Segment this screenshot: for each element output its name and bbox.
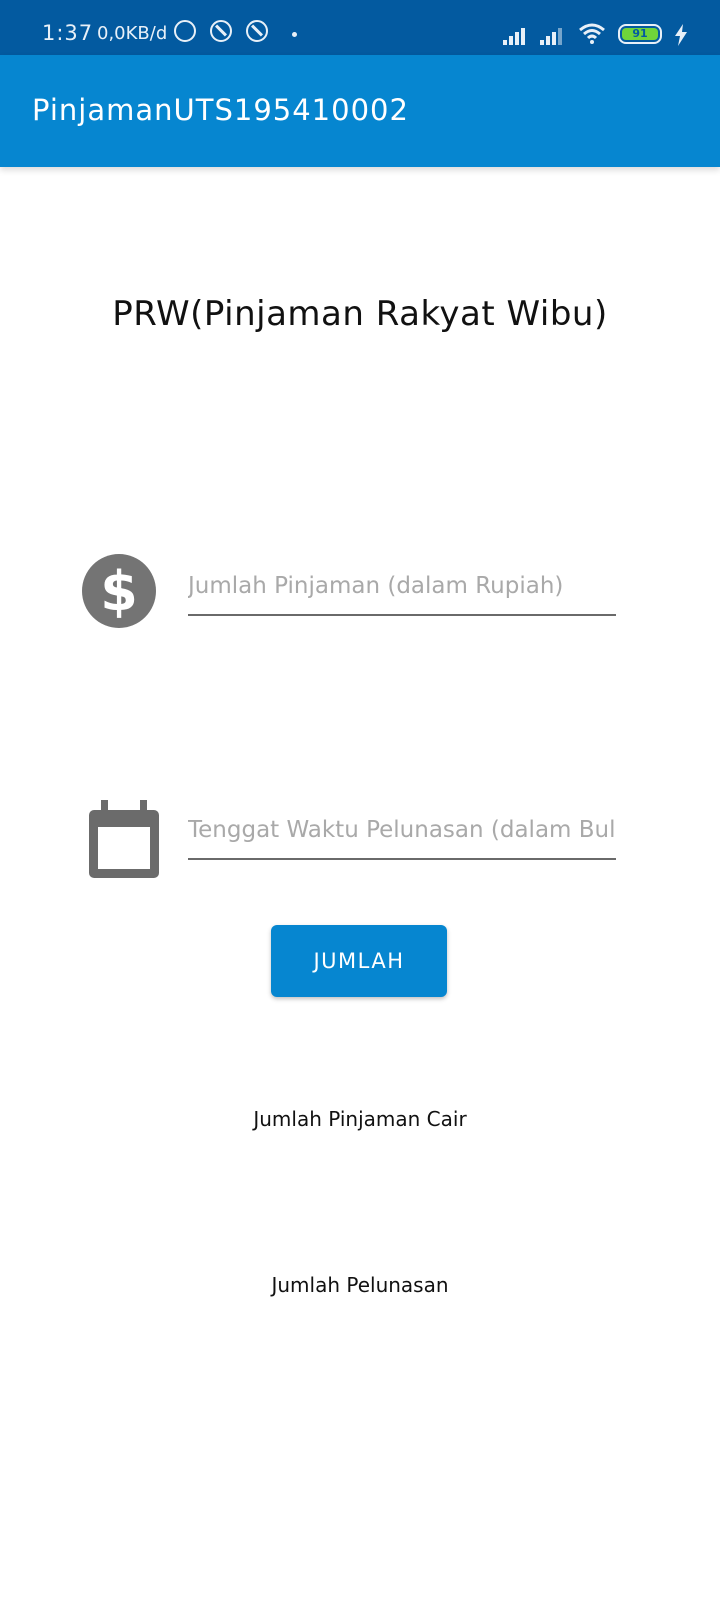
app-bar: PinjamanUTS195410002	[0, 55, 720, 167]
loan-amount-input[interactable]	[188, 558, 616, 616]
loan-disbursed-label: Jumlah Pinjaman Cair	[253, 1107, 467, 1131]
battery-level: 91	[622, 28, 658, 40]
svg-text:$: $	[100, 560, 138, 623]
status-time: 1:37	[42, 21, 94, 45]
loan-amount-field[interactable]	[188, 558, 616, 618]
page-heading: PRW(Pinjaman Rakyat Wibu)	[112, 294, 608, 334]
wifi-icon	[579, 23, 605, 44]
notification-ring-icon	[210, 20, 232, 42]
repayment-total-label: Jumlah Pelunasan	[271, 1273, 449, 1297]
charging-icon	[675, 24, 687, 46]
dollar-icon: $	[82, 554, 156, 628]
notification-ring-icon	[246, 20, 268, 42]
dot-icon	[292, 32, 297, 37]
network-speed: 0,0KB/d	[97, 23, 168, 44]
jumlah-button[interactable]: JUMLAH	[271, 925, 447, 997]
signal-icon	[540, 25, 568, 45]
whatsapp-icon	[174, 20, 196, 42]
app-title: PinjamanUTS195410002	[32, 93, 409, 127]
repayment-term-input[interactable]	[188, 802, 616, 860]
signal-icon	[503, 25, 531, 45]
calendar-icon	[89, 800, 159, 878]
status-bar: 1:37 0,0KB/d 91	[0, 0, 720, 55]
battery-icon: 91	[618, 24, 662, 44]
repayment-term-field[interactable]	[188, 802, 616, 862]
